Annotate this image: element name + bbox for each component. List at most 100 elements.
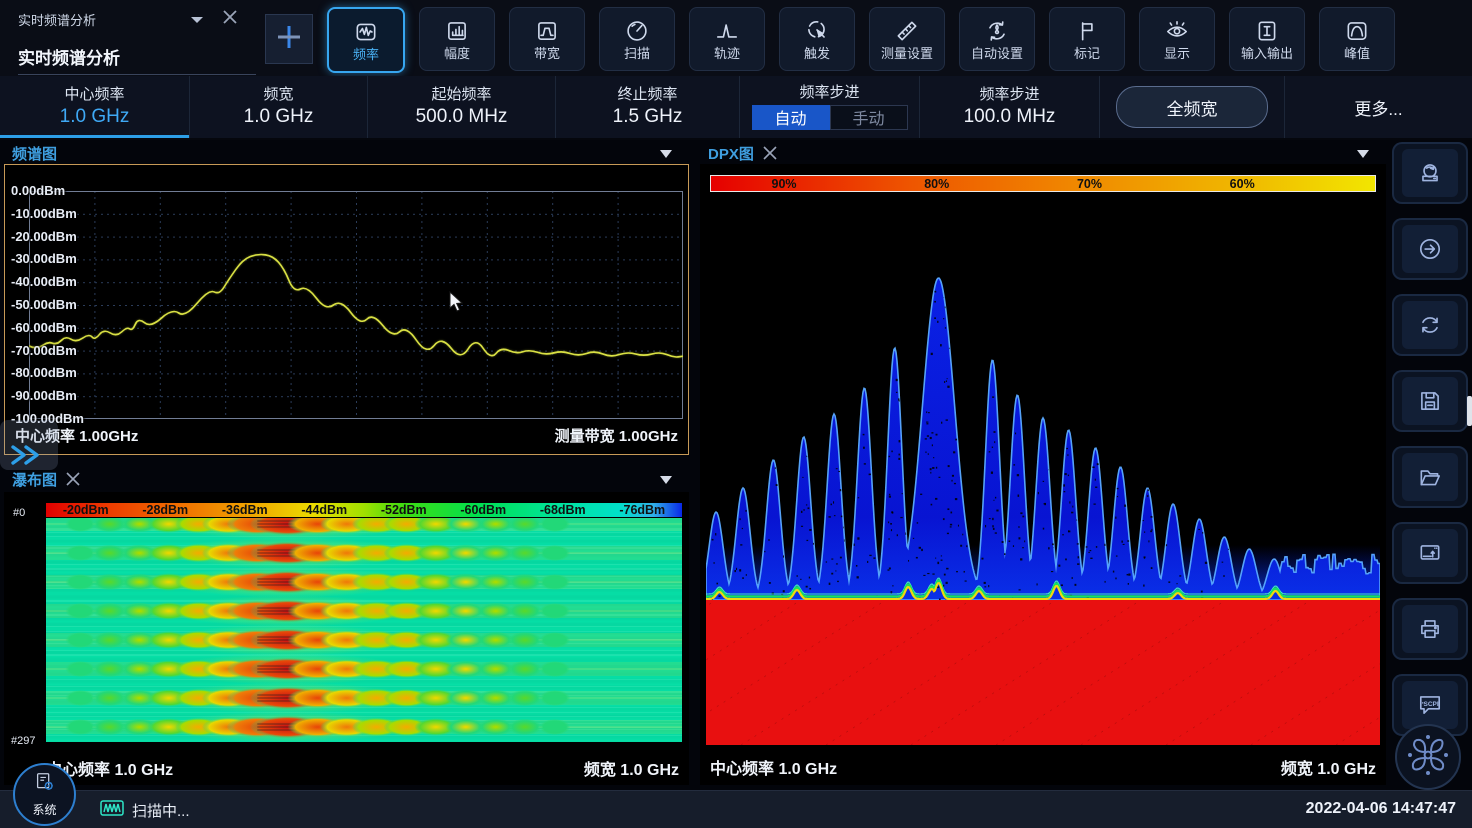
spectrum-y-label: -10.00dBm [11, 206, 77, 221]
sidebar-button-run[interactable] [1392, 218, 1468, 280]
toolbar-button-bandwidth[interactable]: 带宽 [509, 7, 585, 71]
spectrum-y-label: -30.00dBm [11, 251, 77, 266]
toolbar-button-frequency[interactable]: 频率 [327, 7, 405, 73]
spectrum-panel-header[interactable]: 频谱图 [4, 142, 689, 164]
param-cell-full-span[interactable]: 全频宽 [1100, 76, 1285, 138]
more-button[interactable]: 更多... [1354, 95, 1402, 120]
waterfall-color-scale: -20dBm-28dBm-36dBm-44dBm-52dBm-60dBm-68d… [46, 503, 682, 517]
toolbar-button-label: 频率 [353, 48, 379, 61]
clock-readout: 2022-04-06 14:47:47 [1306, 800, 1456, 818]
sweep-icon [624, 18, 650, 44]
waterfall-scale-label: -20dBm [63, 503, 109, 517]
toolbar-button-display[interactable]: 显示 [1139, 7, 1215, 71]
spectrum-y-label: -20.00dBm [11, 229, 77, 244]
toolbar-button-row: 频率 幅度带宽 扫描 轨迹 触发测量设置自动设置 标记显示输入输出峰值 [327, 7, 1395, 73]
toolbar-button-label: 峰值 [1344, 47, 1370, 60]
scan-status: 扫描中... [100, 799, 190, 822]
param-value: 500.0 MHz [416, 107, 508, 127]
toolbar-button-input-output[interactable]: 输入输出 [1229, 7, 1305, 71]
double-chevron-icon[interactable] [10, 444, 44, 466]
refresh-icon [1402, 301, 1458, 349]
param-value: 1.5 GHz [613, 107, 683, 127]
run-icon [1402, 225, 1458, 273]
param-label: 起始频率 [431, 87, 491, 103]
toggle-option-active[interactable]: 自动 [752, 105, 830, 130]
dpx-close-icon[interactable] [762, 145, 778, 161]
toolbar-button-label: 扫描 [624, 47, 650, 60]
toolbar-button-sweep[interactable]: 扫描 [599, 7, 675, 71]
toolbar-button-measure-setup[interactable]: 测量设置 [869, 7, 945, 71]
param-cell-center-freq[interactable]: 中心频率1.0 GHz [0, 76, 190, 138]
sidebar-button-refresh[interactable] [1392, 294, 1468, 356]
param-label: 频率步进 [799, 85, 859, 101]
full-span-button[interactable]: 全频宽 [1116, 86, 1268, 128]
toolbar-button-marker[interactable]: 标记 [1049, 7, 1125, 71]
spectrum-y-label: -80.00dBm [11, 365, 77, 380]
waterfall-close-icon[interactable] [65, 471, 81, 487]
spectrum-y-label: -90.00dBm [11, 388, 77, 403]
spectrum-analyzer-app: 实时频谱分析 实时频谱分析 频率幅度带宽扫描轨迹触发测量设置自动设置标记显示输入… [0, 0, 1472, 828]
mouse-cursor [449, 291, 465, 318]
toolbar-button-auto-setup[interactable]: 自动设置 [959, 7, 1035, 71]
measure-setup-icon [894, 18, 920, 44]
new-tab-button[interactable] [265, 14, 313, 64]
sidebar-button-screenshot[interactable] [1392, 522, 1468, 584]
preset-icon [1402, 149, 1458, 197]
top-toolbar: 实时频谱分析 实时频谱分析 频率幅度带宽扫描轨迹触发测量设置自动设置标记显示输入… [0, 0, 1472, 77]
sidebar-button-open[interactable] [1392, 446, 1468, 508]
scan-wave-icon [100, 799, 124, 822]
spectrum-panel-title: 频谱图 [12, 143, 57, 164]
spectrum-y-label: -50.00dBm [11, 297, 77, 312]
dpx-collapse-icon[interactable] [1356, 146, 1370, 158]
param-cell-start-freq[interactable]: 起始频率 500.0 MHz [368, 76, 556, 138]
system-gear-document-icon [33, 771, 57, 800]
param-cell-more[interactable]: 更多... [1285, 76, 1472, 138]
waterfall-span-readout: 频宽 1.0 GHz [584, 756, 679, 780]
scan-status-text: 扫描中... [132, 800, 190, 821]
param-cell-freq-step[interactable]: 频率步进100.0 MHz [920, 76, 1100, 138]
save-icon [1402, 377, 1458, 425]
waterfall-panel-header[interactable]: 瀑布图 [4, 468, 689, 490]
edge-grip[interactable] [1467, 396, 1472, 426]
waterfall-scale-label: -52dBm [381, 503, 427, 517]
dpx-scale-label: 80% [924, 176, 949, 191]
waterfall-panel: -20dBm-28dBm-36dBm-44dBm-52dBm-60dBm-68d… [4, 492, 689, 785]
input-output-icon [1254, 18, 1280, 44]
toolbar-button-peak[interactable]: 峰值 [1319, 7, 1395, 71]
peak-icon [1344, 18, 1370, 44]
toolbar-button-label: 带宽 [534, 47, 560, 60]
dpx-panel-header[interactable]: DPX图 [700, 142, 1386, 164]
param-cell-span[interactable]: 频宽1.0 GHz [190, 76, 368, 138]
toolbar-button-label: 轨迹 [714, 47, 740, 60]
sidebar-button-print[interactable] [1392, 598, 1468, 660]
system-button-label: 系统 [32, 801, 56, 818]
param-label: 终止频率 [617, 87, 677, 103]
waterfall-collapse-icon[interactable] [659, 472, 673, 484]
dpx-scale-label: 90% [772, 176, 797, 191]
waterfall-scale-label: -28dBm [142, 503, 188, 517]
waterfall-scale-label: -68dBm [540, 503, 586, 517]
bandwidth-icon [534, 18, 560, 44]
tab-close-icon[interactable] [220, 7, 240, 27]
param-cell-stop-freq[interactable]: 终止频率 1.5 GHz [556, 76, 740, 138]
toolbar-button-amplitude[interactable]: 幅度 [419, 7, 495, 71]
param-value: 1.0 GHz [60, 107, 130, 127]
sidebar-button-save[interactable] [1392, 370, 1468, 432]
toggle-option-inactive[interactable]: 手动 [830, 105, 908, 130]
toolbar-button-trigger[interactable]: 触发 [779, 7, 855, 71]
toolbar-button-trace[interactable]: 轨迹 [689, 7, 765, 71]
nav-wheel-button[interactable] [1395, 724, 1461, 790]
spectrum-collapse-icon[interactable] [659, 146, 673, 158]
spectrum-y-label: 0.00dBm [11, 183, 65, 198]
auto-setup-icon [984, 18, 1010, 44]
sidebar-button-preset[interactable] [1392, 142, 1468, 204]
dpx-panel-title: DPX图 [708, 143, 754, 164]
amplitude-icon [444, 18, 470, 44]
chevron-down-icon[interactable] [190, 12, 204, 24]
waterfall-scale-label: -76dBm [619, 503, 665, 517]
param-cell-freq-step-mode[interactable]: 频率步进自动手动 [740, 76, 920, 138]
print-icon [1402, 605, 1458, 653]
system-button[interactable]: 系统 [13, 763, 76, 826]
toolbar-button-label: 自动设置 [971, 47, 1023, 60]
nav-wheel-icon [1406, 733, 1450, 782]
